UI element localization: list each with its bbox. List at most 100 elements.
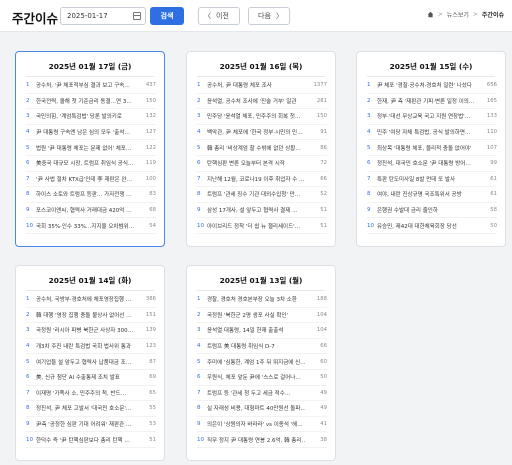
issue-item[interactable]: 3 정부·'대선 무상교육 국고 지원 연장법'… 133	[367, 109, 497, 125]
issue-headline[interactable]: 경찰, 경호처 경호본부장 오늘 3차 소환	[207, 295, 305, 303]
issue-headline[interactable]: 민주당 '윤석열 체포, 민주주의 회복 첫…	[207, 112, 305, 120]
issue-headline[interactable]: 하이스 소토와 트럼프 등판… 가자전쟁 …	[36, 190, 134, 198]
issue-headline[interactable]: 공수처, 尹 대통령 체포 조사	[207, 81, 305, 89]
issue-headline[interactable]: 지난해 12월, 코로나19 이후 취업자 수 …	[207, 175, 305, 183]
issue-item[interactable]: 3 국정원 '러시아 파병 북한군 사상자 300… 139	[26, 323, 156, 339]
issue-item[interactable]: 4 백악관, 尹 체포에 '한국 정부·시민의 민… 91	[197, 125, 327, 141]
issue-headline[interactable]: 백악관, 尹 체포에 '한국 정부·시민의 민…	[207, 128, 305, 136]
next-button[interactable]: 다음 〉	[248, 7, 290, 25]
issue-item[interactable]: 2 韓 대행 '영장 집행 충돌 불상사 없어선 … 151	[26, 308, 156, 324]
issue-headline[interactable]: 尹 체포 '경찰·공수처·경호처 일련' 나섰다	[377, 81, 475, 89]
home-icon[interactable]	[427, 11, 434, 18]
breadcrumb-section[interactable]: 뉴스보기	[447, 10, 469, 19]
issue-item[interactable]: 4 민주 '여당 자체 특검법, 공식 발의하면… 110	[367, 125, 497, 141]
issue-headline[interactable]: 법원 '尹 대통령 체포는 문제 없어' 체포…	[36, 144, 134, 152]
issue-headline[interactable]: 정진석, 대국민 호소문 '尹 대통령 방어…	[377, 159, 475, 167]
issue-headline[interactable]: 정진석, 尹 체포 고발서 '대국민 호소문'…	[36, 404, 134, 412]
prev-button[interactable]: 〈 이전	[198, 7, 240, 25]
issue-headline[interactable]: '尹 사법 절차 KTX급'인데 李 재판은 완…	[36, 175, 134, 183]
issue-item[interactable]: 9 은행권 수발대 금리 줄인하 58	[367, 203, 497, 219]
issue-headline[interactable]: 트럼프 '관세 징수 기관 대외수입청' 만…	[207, 190, 305, 198]
issue-headline[interactable]: 아이브리드 정착 '더 쉽 뉴 챌리세이드'…	[207, 222, 305, 230]
issue-headline[interactable]: 한덕수 즉 '尹 탄핵심판보다 총리 탄핵 …	[36, 436, 134, 444]
issue-item[interactable]: 2 한재, 尹 측 '재판관 기피·변론 일정 이의… 165	[367, 94, 497, 110]
issue-headline[interactable]: 韓 대행 '영장 집행 충돌 불상사 없어선 …	[36, 311, 134, 319]
issue-item[interactable]: 6 정진석, 대국민 호소문 '尹 대통령 방어… 99	[367, 156, 497, 172]
issue-headline[interactable]: 국정원 '북한군 2명 생포 사실 확인'	[207, 311, 305, 319]
issue-item[interactable]: 4 트럼프 美 대통령 취임식 D-7 66	[197, 339, 327, 355]
issue-item[interactable]: 7 지난해 12월, 코로나19 이후 취업자 수 … 66	[197, 172, 327, 188]
issue-headline[interactable]: 삼성 17개사, 설 앞두고 협력사 결제 …	[207, 206, 305, 214]
calendar-icon[interactable]	[133, 12, 141, 20]
issue-item[interactable]: 6 우원식, 체포 앞둔 尹에 '스스로 걸어나… 50	[197, 370, 327, 386]
issue-item[interactable]: 10 한덕수 즉 '尹 탄핵심판보다 총리 탄핵 … 51	[26, 432, 156, 448]
issue-item[interactable]: 3 윤석열 대통령, 14일 헌재 출출석 104	[197, 323, 327, 339]
issue-item[interactable]: 7 특판 탄도미사일 8발 먼데 또 발사 61	[367, 172, 497, 188]
issue-item[interactable]: 9 삼성 17개사, 설 앞두고 협력사 결제 … 51	[197, 203, 327, 219]
issue-headline[interactable]: 직무 정지 尹 대통령 연봉 2.6억, 韓 총리…	[207, 436, 305, 444]
issue-item[interactable]: 1 공수처, 尹 대통령 체포 조사 1377	[197, 78, 327, 94]
issue-headline[interactable]: 국정원 '러시아 파병 북한군 사상자 300…	[36, 326, 134, 334]
issue-headline[interactable]: 윤석열 대통령, 14일 헌재 출출석	[207, 326, 305, 334]
issue-item[interactable]: 4 尹 대통령 구속엔 남은 심의 모두 '출석… 127	[26, 125, 156, 141]
issue-item[interactable]: 10 직무 정지 尹 대통령 연봉 2.6억, 韓 총리… 38	[197, 432, 327, 448]
issue-headline[interactable]: 국회 35%·인수 33%…지지율 오차범위…	[36, 222, 134, 230]
issue-headline[interactable]: 정부·'대선 무상교육 국고 지원 연장법'…	[377, 112, 475, 120]
issue-item[interactable]: 8 트럼프 '관세 징수 기관 대외수입청' 만… 52	[197, 187, 327, 203]
date-input[interactable]: 2025-01-17	[60, 7, 146, 25]
issue-item[interactable]: 2 국정원 '북한군 2명 생포 사실 확인' 104	[197, 308, 327, 324]
issue-item[interactable]: 2 윤석열, 공수처 조사에 '진술 거부' 일관 281	[197, 94, 327, 110]
issue-item[interactable]: 10 유승민, 제42대 대한체육회장 당선 50	[367, 218, 497, 234]
issue-item[interactable]: 1 공수처, 국방부·경호처에 체포영장집행 … 386	[26, 292, 156, 308]
issue-headline[interactable]: 윤석열, 공수처 조사에 '진술 거부' 일관	[207, 97, 305, 105]
issue-item[interactable]: 3 국민의힘, '계엄특검법' 당론 발의키로 132	[26, 109, 156, 125]
issue-headline[interactable]: 여야, 내란 진상규명 국조특위서 공방	[377, 190, 475, 198]
issue-item[interactable]: 9 의은이 '상원의자 바라라' vs 이종석 '헤… 41	[197, 417, 327, 433]
issue-headline[interactable]: 美, 신규 첨단 AI 수출통제 조치 발표	[36, 373, 134, 381]
issue-headline[interactable]: 트럼프 美 대통령 취임식 D-7	[207, 342, 305, 350]
issue-item[interactable]: 9 포스코이앤씨, 협력사 거래대금 420억 … 68	[26, 203, 156, 219]
issue-item[interactable]: 5 韓 총리 '비상계엄 할 수밖에 없던 상황… 86	[197, 140, 327, 156]
issue-item[interactable]: 7 '尹 사법 절차 KTX급'인데 李 재판은 완… 100	[26, 172, 156, 188]
issue-item[interactable]: 6 美중국 대규모 시장, 트럼프 취임식 공식… 119	[26, 156, 156, 172]
issue-headline[interactable]: 최상목 '대통령 체포, 물리적 충돌 없어야'	[377, 144, 475, 152]
issue-headline[interactable]: 공수처, 국방부·경호처에 체포영장집행 …	[36, 295, 134, 303]
issue-item[interactable]: 6 탄핵심판 변론 오늘부터 본격 시작 72	[197, 156, 327, 172]
issue-item[interactable]: 8 정진석, 尹 체포 고발서 '대국민 호소문'… 55	[26, 401, 156, 417]
issue-item[interactable]: 1 경찰, 경호처 경호본부장 오늘 3차 소환 188	[197, 292, 327, 308]
issue-headline[interactable]: 의은이 '상원의자 바라라' vs 이종석 '헤…	[207, 420, 305, 428]
issue-headline[interactable]: 탄핵심판 변론 오늘부터 본격 시작	[207, 159, 305, 167]
issue-headline[interactable]: 이재명 '가족사 소, 민주주의 척, 반드…	[36, 389, 134, 397]
issue-headline[interactable]: 尹 대통령 구속엔 남은 심의 모두 '출석…	[36, 128, 134, 136]
issue-item[interactable]: 9 尹측 '공정한 심판 기대 어려워' 재판관 … 53	[26, 417, 156, 433]
issue-item[interactable]: 8 하이스 소토와 트럼프 등판… 가자전쟁 … 83	[26, 187, 156, 203]
issue-item[interactable]: 1 尹 체포 '경찰·공수처·경호처 일련' 나섰다 656	[367, 78, 497, 94]
issue-headline[interactable]: 尹측 '공정한 심판 기대 어려워' 재판관 …	[36, 420, 134, 428]
issue-headline[interactable]: 실 자래성 비용, 대형마트 40만원선 돌파…	[207, 404, 305, 412]
issue-headline[interactable]: 트럼프 등 '관세 청 두고 세금 적수…	[207, 389, 305, 397]
issue-headline[interactable]: 특판 탄도미사일 8발 먼데 또 발사	[377, 175, 475, 183]
issue-item[interactable]: 10 국회 35%·인수 33%…지지율 오차범위… 54	[26, 218, 156, 234]
issue-item[interactable]: 5 최상목 '대통령 체포, 물리적 충돌 없어야' 107	[367, 140, 497, 156]
issue-headline[interactable]: 韓 총리 '비상계엄 할 수밖에 없던 상황…	[207, 144, 305, 152]
issue-headline[interactable]: 한국전력, 올해 첫 기준금리 동결…연 3…	[36, 97, 134, 105]
issue-item[interactable]: 10 아이브리드 정착 '더 쉽 뉴 챌리세이드'… 51	[197, 218, 327, 234]
issue-headline[interactable]: 은행권 수발대 금리 줄인하	[377, 206, 475, 214]
issue-item[interactable]: 8 여야, 내란 진상규명 국조특위서 공방 61	[367, 187, 497, 203]
issue-headline[interactable]: 포스코이앤씨, 협력사 거래대금 420억 …	[36, 206, 134, 214]
issue-headline[interactable]: 민주 '여당 자체 특검법, 공식 발의하면…	[377, 128, 475, 136]
issue-headline[interactable]: 유승민, 제42대 대한체육회장 당선	[377, 222, 475, 230]
issue-item[interactable]: 8 실 자래성 비용, 대형마트 40만원선 돌파… 49	[197, 401, 327, 417]
issue-item[interactable]: 6 美, 신규 첨단 AI 수출통제 조치 발표 69	[26, 370, 156, 386]
issue-item[interactable]: 7 이재명 '가족사 소, 민주주의 척, 반드… 65	[26, 386, 156, 402]
issue-headline[interactable]: 우원식, 체포 앞둔 尹에 '스스로 걸어나…	[207, 373, 305, 381]
issue-item[interactable]: 5 법원 '尹 대통령 체포는 문제 없어' 체포… 122	[26, 140, 156, 156]
issue-item[interactable]: 5 주미에 '심통한, 계엄 1주 뒤 뛰지금에 신… 60	[197, 354, 327, 370]
issue-item[interactable]: 7 트럼프 등 '관세 청 두고 세금 적수… 49	[197, 386, 327, 402]
issue-headline[interactable]: 美중국 대규모 시장, 트럼프 취임식 공식…	[36, 159, 134, 167]
issue-headline[interactable]: 개3차 주진 내란 특검법 국회 법사위 통과	[36, 342, 134, 350]
issue-item[interactable]: 4 개3차 주진 내란 특검법 국회 법사위 통과 123	[26, 339, 156, 355]
issue-headline[interactable]: 국민의힘, '계엄특검법' 당론 발의키로	[36, 112, 134, 120]
issue-item[interactable]: 3 민주당 '윤석열 체포, 민주주의 회복 첫… 150	[197, 109, 327, 125]
issue-headline[interactable]: 주미에 '심통한, 계엄 1주 뒤 뛰지금에 신…	[207, 358, 305, 366]
